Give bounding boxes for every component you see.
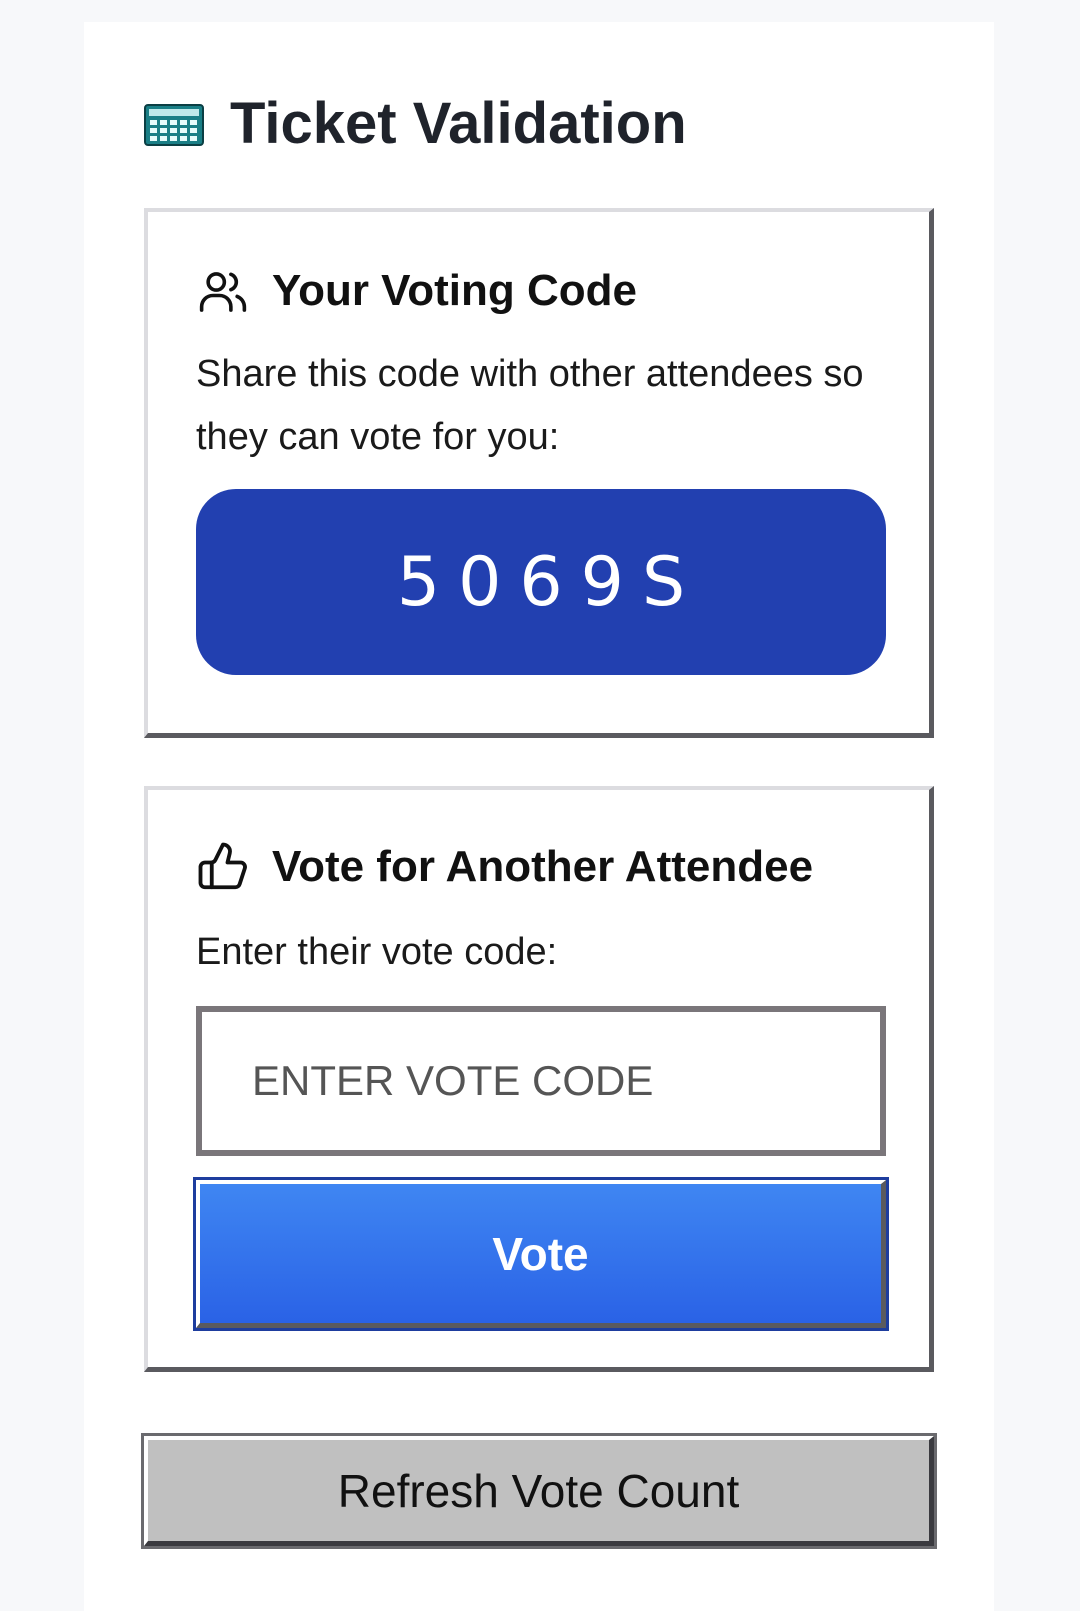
page-title: Ticket Validation — [230, 91, 687, 156]
voting-code-description: Share this code with other attendees so … — [196, 353, 864, 458]
page-header: Ticket Validation — [144, 90, 687, 157]
voting-code-panel: Your Voting Code Share this code with ot… — [144, 208, 934, 738]
calculator-icon — [144, 101, 204, 147]
voting-code-header: Your Voting Code — [196, 264, 637, 318]
voting-code-title: Your Voting Code — [272, 266, 637, 315]
refresh-vote-count-button[interactable]: Refresh Vote Count — [141, 1433, 937, 1549]
vote-panel-header: Vote for Another Attendee — [196, 840, 813, 894]
validation-card: Ticket Validation Your Voting Code Share… — [84, 22, 994, 1611]
vote-panel-description: Enter their vote code: — [196, 931, 558, 973]
users-icon — [196, 264, 250, 318]
vote-panel-title: Vote for Another Attendee — [272, 842, 814, 891]
voting-code-display: 5069S — [196, 489, 886, 675]
vote-code-input[interactable] — [196, 1006, 886, 1156]
vote-panel: Vote for Another Attendee Enter their vo… — [144, 786, 934, 1372]
vote-button[interactable]: Vote — [193, 1177, 889, 1331]
thumbs-up-icon — [196, 840, 250, 894]
